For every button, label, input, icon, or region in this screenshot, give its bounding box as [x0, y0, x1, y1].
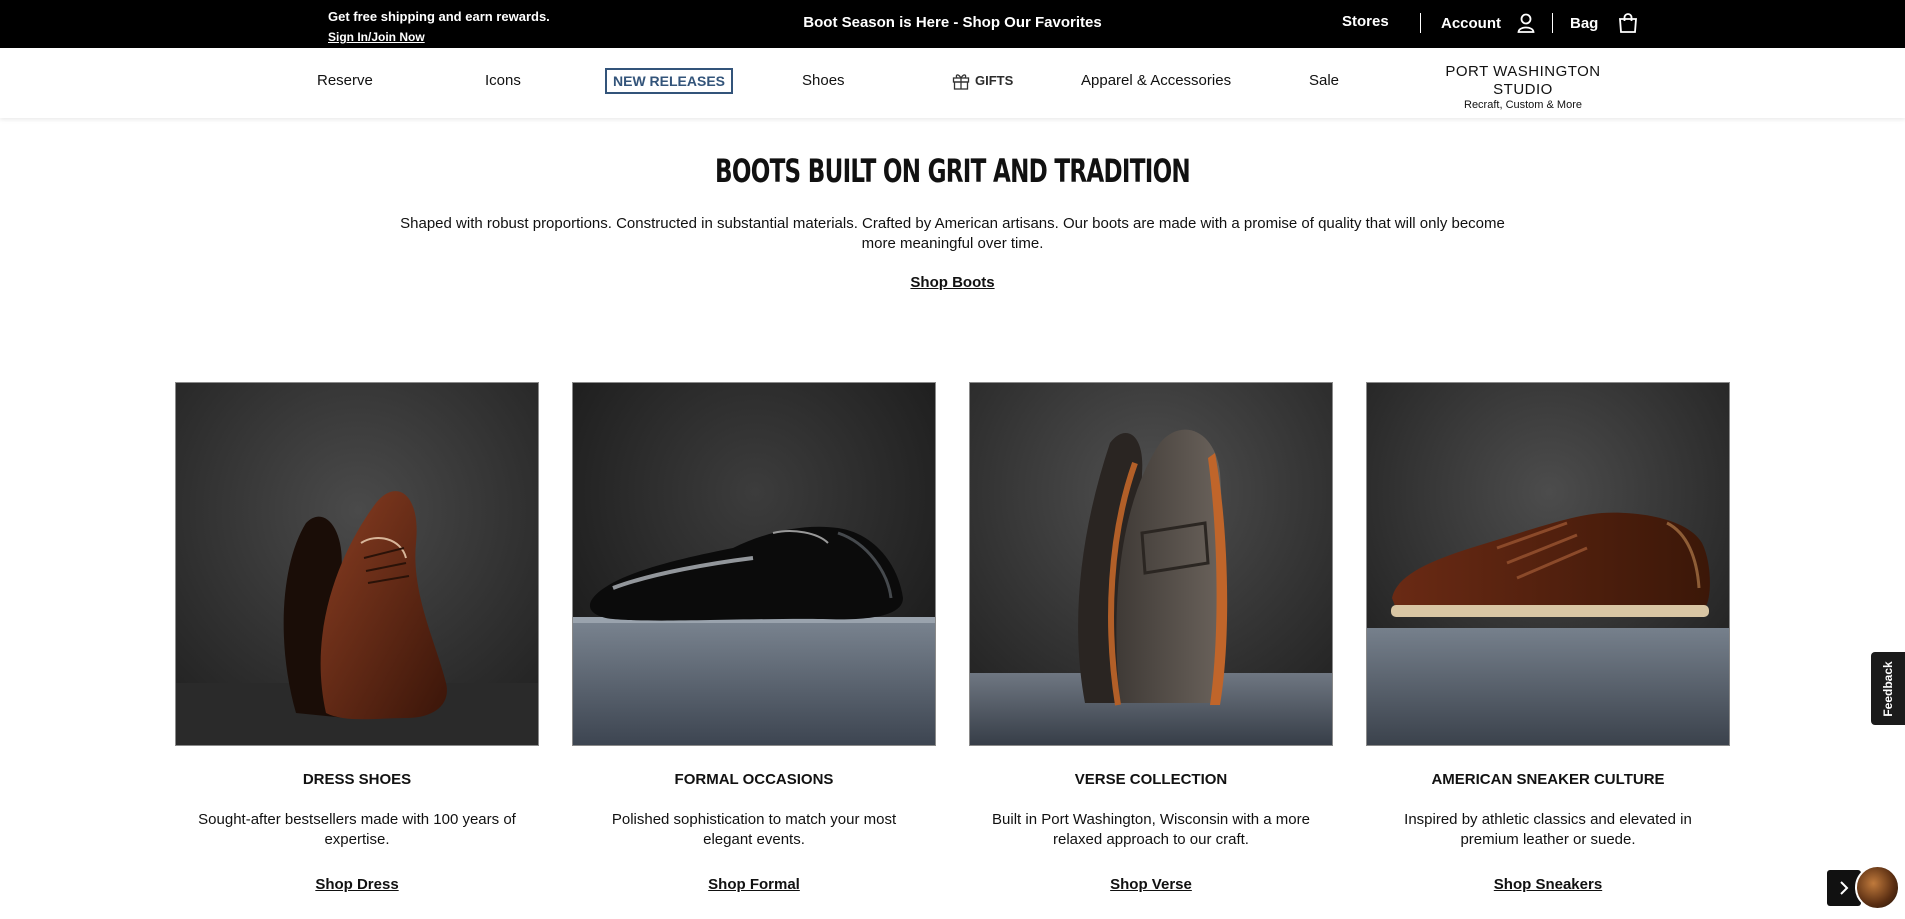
card-title: DRESS SHOES	[302, 771, 412, 788]
category-card-dress: DRESS SHOES Sought-after bestsellers mad…	[175, 382, 539, 893]
sneaker-image[interactable]	[1366, 382, 1730, 746]
feedback-label: Feedback	[1881, 660, 1895, 717]
card-link-wrap: Shop Dress	[175, 876, 539, 893]
nav-gifts-label: GIFTS	[975, 73, 1014, 88]
card-description: Built in Port Washington, Wisconsin with…	[992, 811, 1310, 848]
card-description: Polished sophistication to match your mo…	[611, 811, 897, 848]
bag-link[interactable]: Bag	[1570, 13, 1638, 33]
nav-shoes[interactable]: Shoes	[802, 70, 845, 92]
stores-label: Stores	[1342, 13, 1389, 30]
nav-apparel[interactable]: Apparel & Accessories	[1081, 70, 1231, 92]
card-description: Sought-after bestsellers made with 100 y…	[198, 811, 516, 848]
divider	[1552, 13, 1553, 33]
shopping-bag-icon	[1618, 13, 1638, 33]
top-bar: Get free shipping and earn rewards. Sign…	[0, 0, 1905, 48]
divider	[1420, 13, 1421, 33]
shop-sneakers-link[interactable]: Shop Sneakers	[1494, 876, 1602, 893]
shop-formal-link[interactable]: Shop Formal	[708, 876, 800, 893]
card-link-wrap: Shop Formal	[572, 876, 936, 893]
account-label: Account	[1441, 14, 1501, 32]
nav-new-releases[interactable]: NEW RELEASES	[605, 68, 734, 94]
shop-boots-link-wrap: Shop Boots	[0, 274, 1905, 291]
verse-loafer-image[interactable]	[969, 382, 1333, 746]
card-title: FORMAL OCCASIONS	[674, 771, 834, 788]
card-title: VERSE COLLECTION	[1074, 771, 1228, 788]
studio-title: PORT WASHINGTON STUDIO	[1445, 63, 1601, 98]
promo-block: Get free shipping and earn rewards. Sign…	[328, 7, 550, 47]
shop-verse-link[interactable]: Shop Verse	[1110, 876, 1192, 893]
card-link-wrap: Shop Verse	[969, 876, 1333, 893]
feedback-tab[interactable]: Feedback	[1871, 652, 1905, 725]
nav-reserve[interactable]: Reserve	[317, 70, 373, 92]
category-card-verse: VERSE COLLECTION Built in Port Washingto…	[969, 382, 1333, 893]
nav-studio[interactable]: PORT WASHINGTON STUDIO Recraft, Custom &…	[1421, 63, 1625, 111]
nav-sale[interactable]: Sale	[1309, 70, 1339, 92]
studio-subtitle: Recraft, Custom & More	[1464, 99, 1582, 111]
hero-copy: Shaped with robust proportions. Construc…	[400, 215, 1505, 252]
user-icon	[1517, 13, 1535, 33]
card-link-wrap: Shop Sneakers	[1366, 876, 1730, 893]
chevron-right-icon	[1839, 881, 1849, 895]
hero-title: BOOTS BUILT ON GRIT AND TRADITION	[714, 152, 1191, 190]
nav-icons[interactable]: Icons	[485, 70, 521, 92]
shop-dress-link[interactable]: Shop Dress	[315, 876, 398, 893]
category-card-formal: FORMAL OCCASIONS Polished sophistication…	[572, 382, 936, 893]
promo-text: Get free shipping and earn rewards.	[328, 9, 550, 24]
dress-shoe-image[interactable]	[175, 382, 539, 746]
main-nav: Reserve Icons NEW RELEASES Shoes GIFTS A…	[0, 48, 1905, 118]
account-link[interactable]: Account	[1441, 13, 1535, 33]
chat-avatar-icon[interactable]	[1855, 865, 1900, 910]
sign-in-link[interactable]: Sign In/Join Now	[328, 27, 550, 47]
formal-shoe-image[interactable]	[572, 382, 936, 746]
announcement-link[interactable]: Boot Season is Here - Shop Our Favorites	[803, 14, 1101, 31]
shop-boots-link[interactable]: Shop Boots	[910, 274, 994, 291]
category-card-sneakers: AMERICAN SNEAKER CULTURE Inspired by ath…	[1366, 382, 1730, 893]
bag-label: Bag	[1570, 14, 1599, 32]
gift-icon	[952, 72, 970, 90]
nav-gifts[interactable]: GIFTS	[952, 70, 1013, 92]
card-description: Inspired by athletic classics and elevat…	[1404, 811, 1692, 848]
card-title: AMERICAN SNEAKER CULTURE	[1431, 771, 1665, 788]
stores-link[interactable]: Stores	[1342, 13, 1389, 30]
